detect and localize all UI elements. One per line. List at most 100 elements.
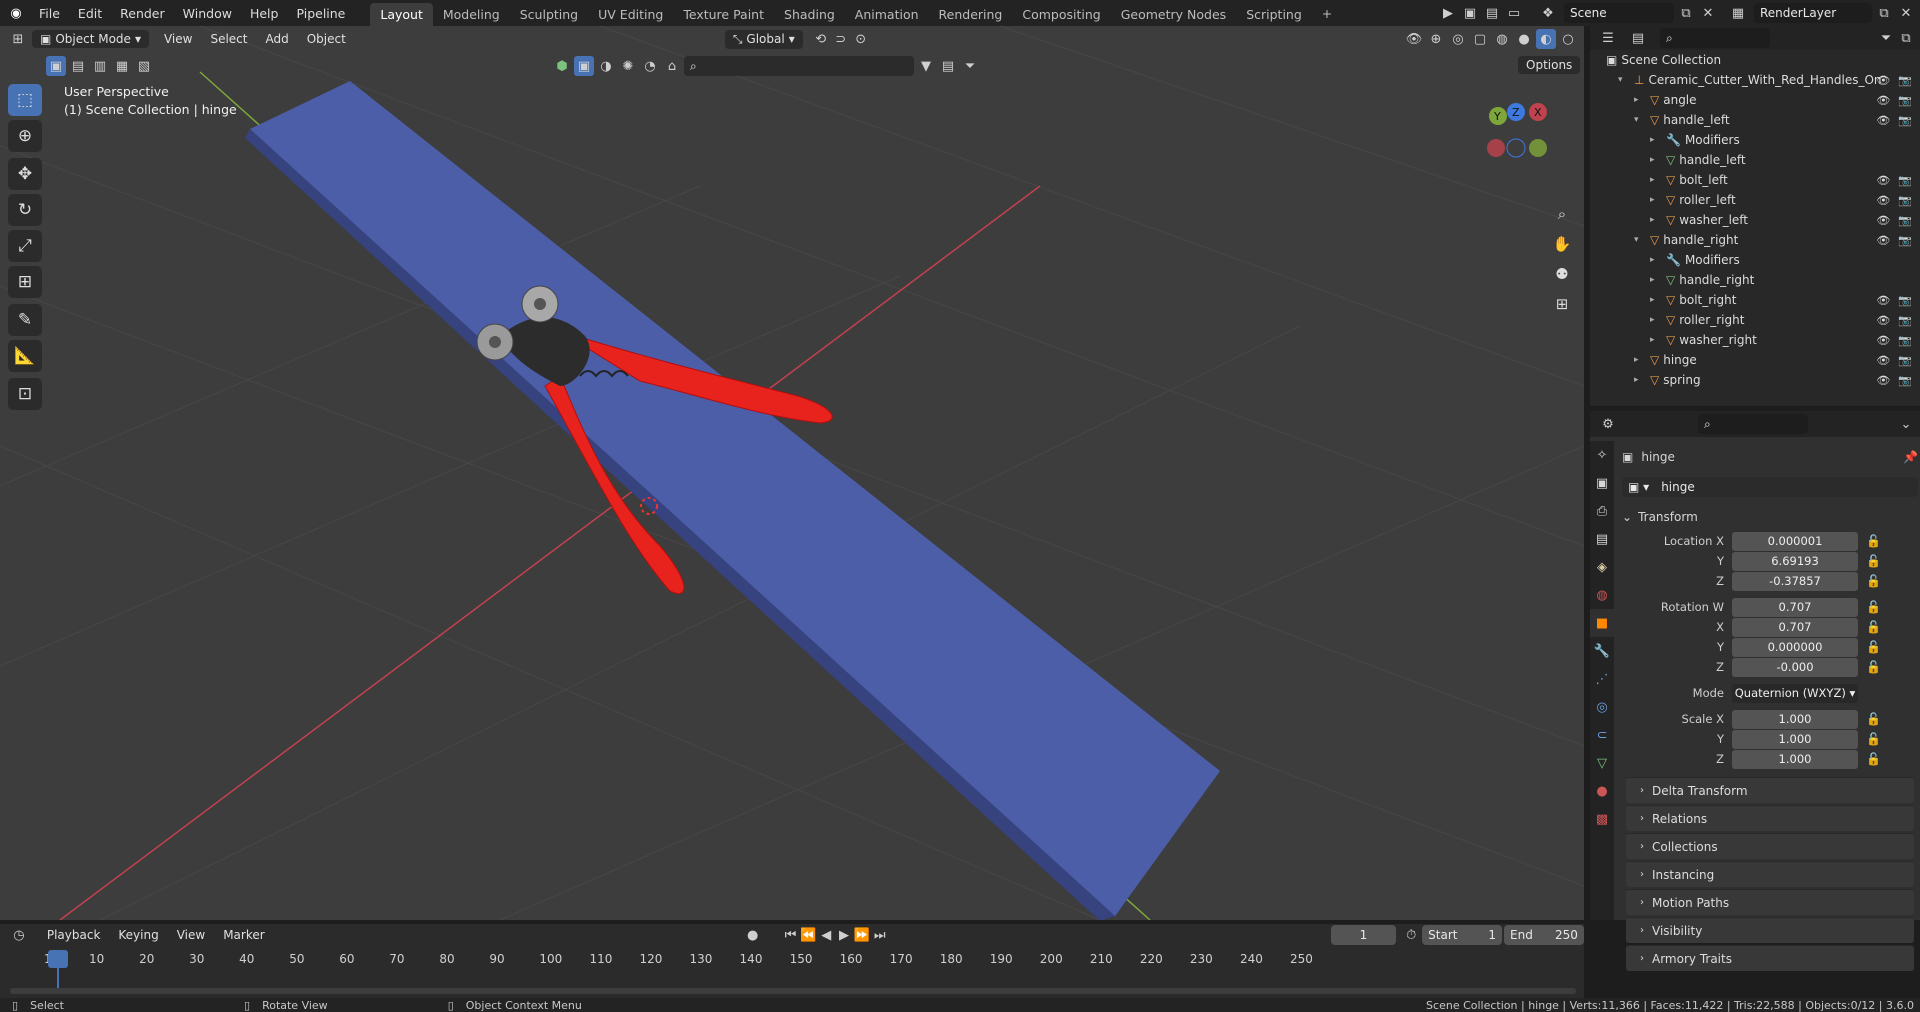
render-image-icon[interactable]: ▣ — [1460, 3, 1480, 23]
view-layer-icon[interactable]: ▦ — [1728, 3, 1748, 23]
menu-window[interactable]: Window — [174, 6, 241, 21]
outliner-item-roller_right[interactable]: ▸ ▽ roller_right 👁 📷 — [1590, 310, 1920, 330]
lock-icon[interactable]: 🔓 — [1866, 620, 1881, 634]
rotation-x-field[interactable]: 0.707 — [1732, 617, 1858, 637]
gizmo-icon[interactable]: ⊕ — [1426, 29, 1446, 49]
eye-icon[interactable]: 👁 — [1876, 234, 1890, 247]
lock-icon[interactable]: 🔓 — [1866, 640, 1881, 654]
measure-tool-icon[interactable]: 📐 — [8, 340, 42, 372]
tab-geometry-nodes[interactable]: Geometry Nodes — [1111, 3, 1236, 26]
world-tab-icon[interactable]: ◍ — [1590, 581, 1614, 609]
filter-curve-icon[interactable]: ◑ — [596, 56, 616, 76]
add-workspace-button[interactable]: + — [1312, 2, 1342, 25]
filter-light-icon[interactable]: ✺ — [618, 56, 638, 76]
axis-gizmo[interactable]: Y Z X — [1476, 98, 1556, 168]
orientation-dropdown[interactable]: ⤡ Global ▾ — [724, 29, 803, 49]
outliner-item-washer_left[interactable]: ▸ ▽ washer_left 👁 📷 — [1590, 210, 1920, 230]
chevron-right-icon[interactable]: ▸ — [1650, 275, 1662, 285]
outliner-editor-icon[interactable]: ☰ — [1598, 28, 1618, 48]
location-x-field[interactable]: 0.000001 — [1732, 531, 1858, 551]
select-box-tool-icon[interactable]: ⬚ — [8, 84, 42, 116]
texture-tab-icon[interactable]: ▩ — [1590, 805, 1614, 833]
tab-texture-paint[interactable]: Texture Paint — [673, 3, 774, 26]
xray-icon[interactable]: ▢ — [1470, 29, 1490, 49]
chevron-right-icon[interactable]: ▸ — [1650, 255, 1662, 265]
chevron-down-icon[interactable]: ▾ — [1634, 115, 1646, 125]
camera-icon[interactable]: 📷 — [1898, 214, 1912, 227]
outliner-item-angle[interactable]: ▸ ▽ angle 👁 📷 — [1590, 90, 1920, 110]
zoom-icon[interactable]: ⌕ — [1548, 200, 1576, 228]
chevron-right-icon[interactable]: ▸ — [1650, 155, 1662, 165]
lock-icon[interactable]: 🔓 — [1866, 732, 1881, 746]
eye-icon[interactable]: 👁 — [1876, 354, 1890, 367]
viewport-menu-view[interactable]: View — [155, 32, 201, 46]
scene-selector[interactable]: Scene — [1564, 3, 1674, 23]
properties-editor-icon[interactable]: ⚙ — [1598, 414, 1618, 434]
render-play-icon[interactable]: ▶ — [1438, 3, 1458, 23]
filter-empty-icon[interactable]: ⌂ — [662, 56, 682, 76]
collection-icon[interactable]: ▤ — [938, 56, 958, 76]
tab-compositing[interactable]: Compositing — [1012, 3, 1110, 26]
chevron-right-icon[interactable]: ▸ — [1650, 135, 1662, 145]
outliner-item-washer_right[interactable]: ▸ ▽ washer_right 👁 📷 — [1590, 330, 1920, 350]
chevron-down-icon[interactable]: ▾ — [1618, 75, 1630, 85]
object-tab-icon[interactable]: ■ — [1590, 609, 1614, 637]
scale-y-field[interactable]: 1.000 — [1732, 729, 1858, 749]
menu-pipeline[interactable]: Pipeline — [287, 6, 354, 21]
pin-icon[interactable]: 📌 — [1903, 450, 1918, 464]
outliner-item-bolt_right[interactable]: ▸ ▽ bolt_right 👁 📷 — [1590, 290, 1920, 310]
rotation-z-field[interactable]: -0.000 — [1732, 657, 1858, 677]
eye-icon[interactable]: 👁 — [1876, 174, 1890, 187]
lock-icon[interactable]: 🔓 — [1866, 752, 1881, 766]
panel-armory-traits[interactable]: › Armory Traits — [1626, 945, 1914, 971]
filter-mesh-icon[interactable]: ▣ — [574, 56, 594, 76]
chevron-right-icon[interactable]: ▸ — [1634, 95, 1646, 105]
delete-scene-icon[interactable]: ✕ — [1698, 3, 1718, 23]
chevron-right-icon[interactable]: ▸ — [1650, 195, 1662, 205]
camera-view-icon[interactable]: ⚉ — [1548, 260, 1576, 288]
lock-icon[interactable]: 🔓 — [1866, 554, 1881, 568]
rotate-tool-icon[interactable]: ↻ — [8, 194, 42, 226]
scene-tab-icon[interactable]: ◈ — [1590, 553, 1614, 581]
rotation-w-field[interactable]: 0.707 — [1732, 597, 1858, 617]
view-layer-selector[interactable]: RenderLayer — [1754, 3, 1872, 23]
lock-icon[interactable]: 🔓 — [1866, 600, 1881, 614]
tab-animation[interactable]: Animation — [845, 3, 929, 26]
camera-icon[interactable]: 📷 — [1898, 354, 1912, 367]
tab-sculpting[interactable]: Sculpting — [510, 3, 588, 26]
viewport-menu-add[interactable]: Add — [256, 32, 297, 46]
outliner-item-spring[interactable]: ▸ ▽ spring 👁 📷 — [1590, 370, 1920, 390]
particles-tab-icon[interactable]: ⋰ — [1590, 665, 1614, 693]
filter-funnel-icon[interactable]: ⏷ — [960, 56, 980, 76]
eye-icon[interactable]: 👁 — [1876, 194, 1890, 207]
visibility-icon[interactable]: 👁 — [1404, 29, 1424, 49]
material-tab-icon[interactable]: ● — [1590, 777, 1614, 805]
outliner-search-input[interactable]: ⌕ — [1660, 28, 1770, 48]
pivot-icon[interactable]: ⟲ — [811, 29, 831, 49]
camera-icon[interactable]: 📷 — [1898, 314, 1912, 327]
snap-icon[interactable]: ⊃ — [831, 29, 851, 49]
playhead[interactable] — [48, 950, 68, 968]
tab-scripting[interactable]: Scripting — [1236, 3, 1312, 26]
overlays-icon[interactable]: ◎ — [1448, 29, 1468, 49]
options-dropdown[interactable]: Options — [1518, 56, 1581, 74]
tab-modeling[interactable]: Modeling — [433, 3, 510, 26]
location-z-field[interactable]: -0.37857 — [1732, 571, 1858, 591]
location-y-field[interactable]: 6.69193 — [1732, 551, 1858, 571]
outliner-item-handle_right[interactable]: ▾ ▽ handle_right 👁 📷 — [1590, 230, 1920, 250]
delete-view-layer-icon[interactable]: ✕ — [1896, 3, 1916, 23]
lock-icon[interactable]: 🔓 — [1866, 660, 1881, 674]
camera-icon[interactable]: 📷 — [1898, 374, 1912, 387]
pan-hand-icon[interactable]: ✋ — [1548, 230, 1576, 258]
outliner-item-modifiers[interactable]: ▸ 🔧 Modifiers — [1590, 250, 1920, 270]
scale-tool-icon[interactable]: ⤢ — [8, 230, 42, 262]
outliner-item-ceramic_cutter_with_red_handles_on[interactable]: ▾ ⊥ Ceramic_Cutter_With_Red_Handles_On 👁 📷 — [1590, 70, 1920, 90]
display-mode-icon[interactable]: ▤ — [1628, 28, 1648, 48]
menu-help[interactable]: Help — [241, 6, 288, 21]
outliner-item-handle_left[interactable]: ▾ ▽ handle_left 👁 📷 — [1590, 110, 1920, 130]
scene-icon[interactable]: ❖ — [1538, 3, 1558, 23]
physics-tab-icon[interactable]: ◎ — [1590, 693, 1614, 721]
outliner-item-modifiers[interactable]: ▸ 🔧 Modifiers — [1590, 130, 1920, 150]
panel-delta-transform[interactable]: › Delta Transform — [1626, 777, 1914, 803]
3d-viewport[interactable]: ⊞ ▣ Object Mode ▾ View Select Add Object ⤡ Gl… — [0, 26, 1584, 920]
